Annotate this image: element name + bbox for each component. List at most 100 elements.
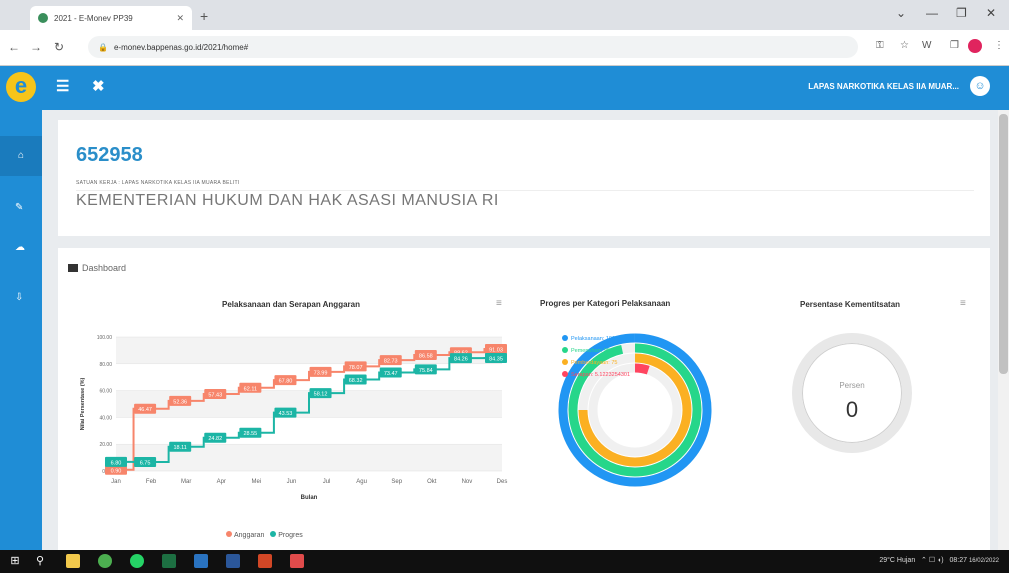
grid-band xyxy=(116,337,502,364)
data-label: 86.58 xyxy=(419,353,433,359)
url-text: e-monev.bappenas.go.id/2021/home# xyxy=(113,42,249,52)
browser-tab[interactable]: 2021 - E-Monev PP39 ✕ xyxy=(30,6,192,30)
gauge-label: Persen xyxy=(839,381,865,390)
legend-item-progres[interactable]: Progres xyxy=(270,531,303,539)
legend-item-anggaran[interactable]: Anggaran xyxy=(226,531,265,539)
chrome-active-icon[interactable] xyxy=(290,554,304,568)
weather-text[interactable]: 29°C Hujan xyxy=(879,557,915,564)
data-label: 46.47 xyxy=(138,407,152,413)
clock-date[interactable]: 16/02/2022 xyxy=(969,558,999,564)
window-close-icon[interactable]: ✕ xyxy=(986,6,996,20)
legend-label: Anggaran xyxy=(234,532,265,539)
data-label: 82.73 xyxy=(384,359,398,365)
sidebar-item-home[interactable]: ⌂ xyxy=(0,136,42,176)
tools-icon[interactable]: ✖ xyxy=(92,77,105,95)
radial-bar-serapan xyxy=(634,363,650,375)
radial-legend-label: Pemenuhan: 96.67 xyxy=(571,348,617,354)
close-tab-icon[interactable]: ✕ xyxy=(176,13,184,24)
favicon-icon xyxy=(38,13,48,23)
data-label: 6.80 xyxy=(111,460,122,466)
radial-legend-label: Pemberdayaan: 75 xyxy=(571,360,617,366)
tab-search-icon[interactable]: ⌄ xyxy=(896,6,906,20)
tab-title: 2021 - E-Monev PP39 xyxy=(54,13,133,23)
data-label: 28.55 xyxy=(243,431,257,437)
profile-card xyxy=(58,120,990,236)
data-label: 84.26 xyxy=(454,357,468,363)
data-label: 84.35 xyxy=(489,356,503,362)
forward-icon[interactable]: → xyxy=(30,40,42,54)
x-axis-label: Bulan xyxy=(301,495,318,501)
y-axis-label: Nilai Persentase (%) xyxy=(80,378,86,431)
back-icon[interactable]: ← xyxy=(8,40,20,54)
lock-icon: 🔒 xyxy=(98,42,108,52)
sidebar-item-edit[interactable]: ✎ xyxy=(15,202,23,213)
address-bar-row: ← → ↻ 🔒 e-monev.bappenas.go.id/2021/home… xyxy=(0,30,1009,66)
menu-toggle-icon[interactable]: ☰ xyxy=(56,77,69,95)
reading-list-icon[interactable]: ❐ xyxy=(950,40,959,51)
divider xyxy=(76,190,974,191)
star-icon[interactable]: ☆ xyxy=(900,40,909,51)
gauge-menu-icon[interactable]: ≡ xyxy=(960,298,966,309)
reload-icon[interactable]: ↻ xyxy=(54,40,64,54)
search-icon[interactable]: ⚲ xyxy=(36,554,50,568)
legend-label: Progres xyxy=(278,532,303,539)
y-tick-label: 20.00 xyxy=(99,442,112,448)
line-chart: 0.0020.0040.0060.0080.00100.00JanFebMarA… xyxy=(80,335,508,501)
satker-code: 652958 xyxy=(76,144,143,166)
sidebar-item-cloud[interactable]: ☁ xyxy=(15,242,25,253)
y-tick-label: 80.00 xyxy=(99,362,112,368)
data-label: 75.84 xyxy=(419,368,433,374)
url-input[interactable]: 🔒 e-monev.bappenas.go.id/2021/home# xyxy=(88,36,858,58)
data-label: 24.82 xyxy=(208,436,222,442)
whatsapp-icon[interactable] xyxy=(130,554,144,568)
windows-start-icon[interactable]: ⊞ xyxy=(8,554,22,568)
radial-legend-label: Serapan: 5.1223254301 xyxy=(571,372,630,378)
y-tick-label: 60.00 xyxy=(99,389,112,395)
word-icon[interactable] xyxy=(226,554,240,568)
browser-menu-icon[interactable]: ⋮ xyxy=(994,40,1004,51)
avatar[interactable]: ☺ xyxy=(970,76,990,96)
radial-chart-title: Progres per Kategori Pelaksanaan xyxy=(540,299,671,308)
x-tick-label: Des xyxy=(497,479,508,485)
chart-menu-icon[interactable]: ≡ xyxy=(496,298,502,309)
legend-dot xyxy=(226,531,232,537)
browser-chrome: 2021 - E-Monev PP39 ✕ + ⌄ — ❐ ✕ ← → ↻ 🔒 … xyxy=(0,0,1009,66)
powerpoint-icon[interactable] xyxy=(258,554,272,568)
app-icon[interactable] xyxy=(194,554,208,568)
key-icon[interactable]: ⚿ xyxy=(876,40,884,51)
data-label: 91.03 xyxy=(489,348,503,354)
x-tick-label: Jun xyxy=(287,479,297,485)
system-tray: 29°C Hujan ⌃ ☐ ◖) 08:27 16/02/2022 xyxy=(879,557,999,564)
scrollbar-thumb[interactable] xyxy=(999,114,1008,374)
x-tick-label: Nov xyxy=(462,479,473,485)
radial-legend-label: Pelaksanaan: 100 xyxy=(571,336,615,342)
sidebar-item-download[interactable]: ⇩ xyxy=(15,292,23,303)
data-label: 68.32 xyxy=(349,378,363,384)
x-tick-label: Mei xyxy=(252,479,262,485)
x-tick-label: Apr xyxy=(217,479,226,485)
new-tab-button[interactable]: + xyxy=(200,8,208,24)
gauge-value: 0 xyxy=(845,397,859,422)
tab-strip: 2021 - E-Monev PP39 ✕ + ⌄ — ❐ ✕ xyxy=(0,0,1009,30)
data-label: 73.47 xyxy=(384,371,398,377)
page-scrollbar[interactable] xyxy=(998,110,1009,550)
radial-legend-dot xyxy=(562,371,568,377)
maximize-icon[interactable]: ❐ xyxy=(956,6,967,20)
y-tick-label: 100.00 xyxy=(97,335,113,341)
app-logo[interactable]: e xyxy=(6,72,36,102)
data-label: 0.90 xyxy=(111,468,122,474)
data-label: 67.80 xyxy=(279,379,293,385)
profile-icon[interactable] xyxy=(968,39,982,53)
extension-icon[interactable]: W xyxy=(922,40,931,51)
data-label: 18.11 xyxy=(174,445,187,451)
x-tick-label: Feb xyxy=(146,479,157,485)
clock-time[interactable]: 08:27 xyxy=(949,557,967,564)
file-explorer-icon[interactable] xyxy=(66,554,80,568)
user-name[interactable]: LAPAS NARKOTIKA KELAS IIA MUAR... xyxy=(808,82,959,91)
data-label: 62.11 xyxy=(244,386,257,392)
radial-legend-dot xyxy=(562,359,568,365)
minimize-icon[interactable]: — xyxy=(926,6,938,20)
satker-name: SATUAN KERJA : LAPAS NARKOTIKA KELAS IIA… xyxy=(76,180,240,186)
excel-icon[interactable] xyxy=(162,554,176,568)
chrome-icon[interactable] xyxy=(98,554,112,568)
